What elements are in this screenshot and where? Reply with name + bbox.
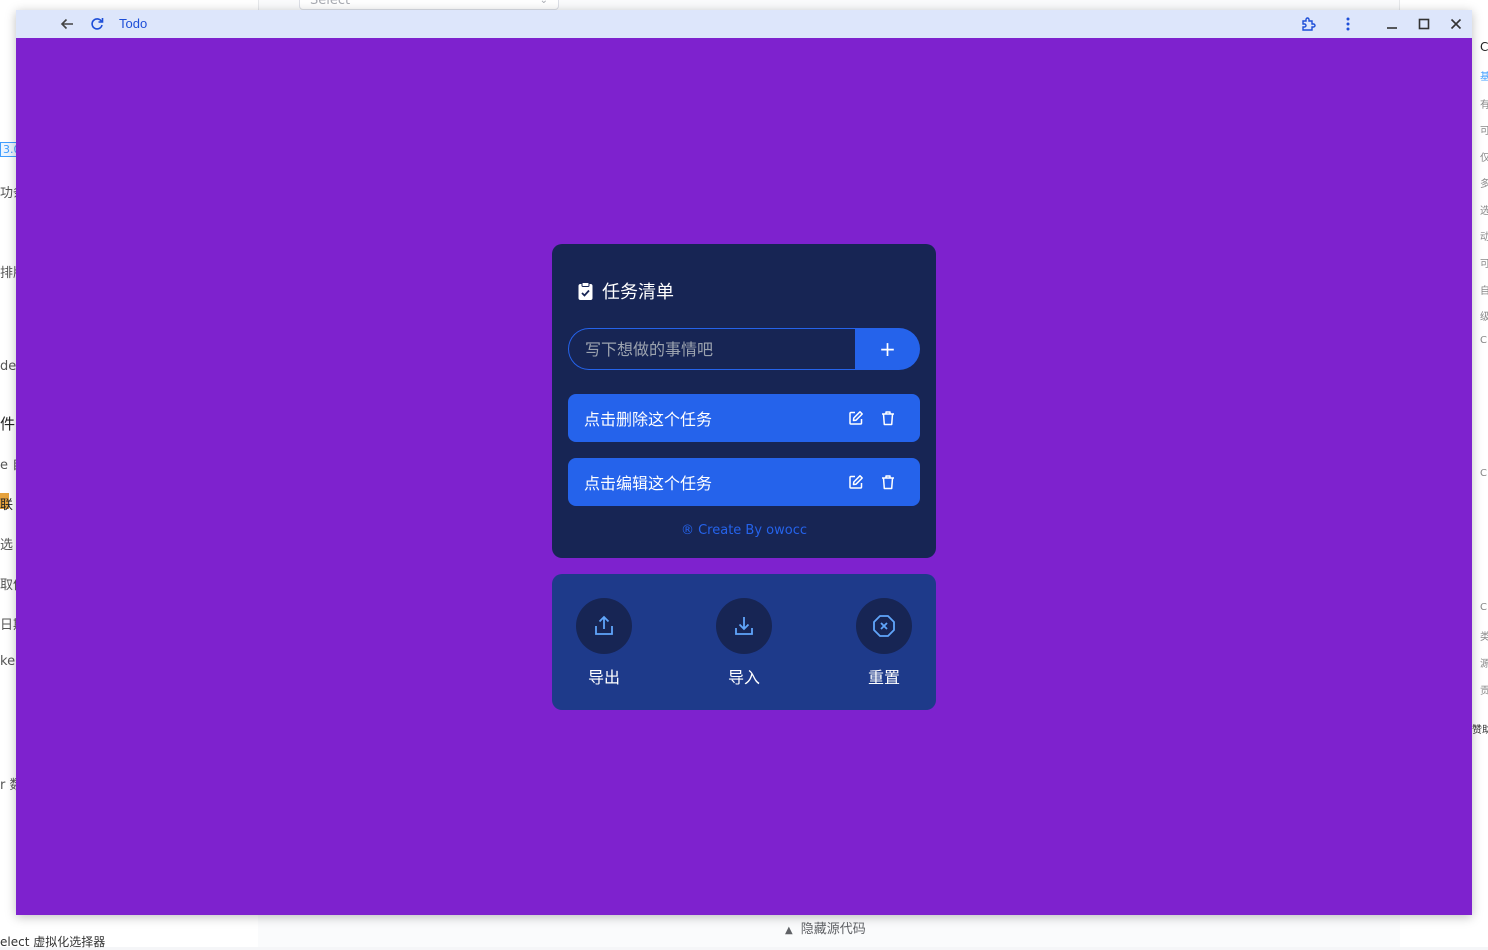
delete-button[interactable]: [872, 402, 904, 434]
clipboard-icon: [576, 281, 594, 301]
new-task-form: +: [568, 328, 920, 370]
task-label: 点击编辑这个任务: [584, 474, 713, 493]
title-bar: Todo: [16, 10, 1472, 38]
minimize-icon: [1387, 27, 1397, 29]
trash-icon: [882, 411, 894, 426]
app-window: Todo 任务清单 +: [16, 10, 1472, 915]
more-vert-icon: [1346, 17, 1350, 31]
right-fragment: C: [1480, 335, 1487, 346]
right-fragment: C: [1480, 40, 1488, 54]
task-item[interactable]: 点击删除这个任务: [568, 394, 920, 442]
extension-button[interactable]: [1298, 10, 1320, 38]
hide-source-toggle[interactable]: ▲ 隐藏源代码: [785, 918, 866, 937]
credit-link[interactable]: ® Create By owocc: [552, 523, 936, 538]
window-title: Todo: [119, 16, 148, 31]
import-button[interactable]: 导入: [716, 598, 772, 688]
import-circle: [716, 598, 772, 654]
right-fragment: 赞助: [1472, 725, 1488, 736]
close-button[interactable]: [1446, 10, 1466, 38]
right-fragment: 可: [1480, 259, 1488, 270]
new-task-input[interactable]: [568, 328, 856, 370]
sidebar-fragment: 联: [0, 498, 14, 513]
sidebar-fragment: elect 虚拟化选择器: [0, 935, 106, 949]
todo-card: 任务清单 + 点击删除这个任务 点击编辑这个任务: [552, 244, 936, 558]
app-content: 任务清单 + 点击删除这个任务 点击编辑这个任务: [16, 38, 1472, 915]
export-label: 导出: [587, 668, 620, 687]
minimize-button[interactable]: [1382, 10, 1402, 38]
upload-icon: [595, 615, 613, 635]
right-fragment: 仅: [1480, 153, 1488, 164]
delete-button[interactable]: [872, 466, 904, 498]
back-arrow-icon: [60, 18, 73, 30]
sidebar-fragment: ke: [0, 654, 16, 669]
export-circle: [576, 598, 632, 654]
reload-icon: [91, 18, 104, 30]
maximize-icon: [1418, 18, 1430, 30]
right-fragment: C: [1480, 468, 1487, 479]
task-item[interactable]: 点击编辑这个任务: [568, 458, 920, 506]
reload-button[interactable]: [86, 10, 108, 38]
edit-button[interactable]: [840, 466, 872, 498]
import-label: 导入: [727, 668, 760, 687]
right-fragment: 基: [1480, 72, 1488, 83]
task-label: 点击删除这个任务: [584, 410, 713, 429]
actions-panel: 导出 导入 重置: [552, 574, 936, 710]
trash-icon: [882, 475, 894, 490]
right-fragment: 源: [1480, 659, 1488, 670]
right-fragment: 自: [1480, 286, 1488, 297]
edit-icon: [849, 411, 863, 425]
add-task-button[interactable]: +: [855, 328, 920, 370]
hide-source-label: 隐藏源代码: [800, 922, 866, 937]
right-fragment: 可: [1480, 126, 1488, 137]
right-fragment: 动: [1480, 232, 1488, 243]
download-icon: [735, 617, 753, 635]
edit-icon: [849, 475, 863, 489]
right-fragment: 类: [1480, 632, 1488, 643]
background-select[interactable]: Select ⌄: [299, 0, 559, 10]
close-icon: [1450, 18, 1462, 30]
reset-button[interactable]: 重置: [856, 598, 912, 688]
card-header: 任务清单: [576, 278, 674, 304]
right-fragment: 多: [1480, 179, 1488, 190]
right-fragment: 级: [1480, 312, 1488, 323]
right-fragment: 有: [1480, 100, 1488, 111]
octagon-x-icon: [873, 615, 895, 637]
sidebar-fragment: 件: [0, 415, 16, 433]
sidebar-fragment: 选: [0, 538, 14, 553]
card-title: 任务清单: [602, 282, 674, 303]
right-fragment: C: [1480, 602, 1487, 613]
reset-label: 重置: [867, 668, 900, 687]
back-button[interactable]: [56, 10, 78, 38]
more-button[interactable]: [1338, 10, 1358, 38]
export-button[interactable]: 导出: [576, 598, 632, 688]
extension-icon: [1302, 17, 1316, 31]
edit-button[interactable]: [840, 402, 872, 434]
background-select-placeholder: Select: [310, 0, 351, 8]
right-fragment: 贡: [1480, 686, 1488, 697]
reset-circle: [856, 598, 912, 654]
maximize-button[interactable]: [1414, 10, 1434, 38]
caret-up-icon: ▲: [785, 925, 793, 936]
right-fragment: 选: [1480, 206, 1488, 217]
